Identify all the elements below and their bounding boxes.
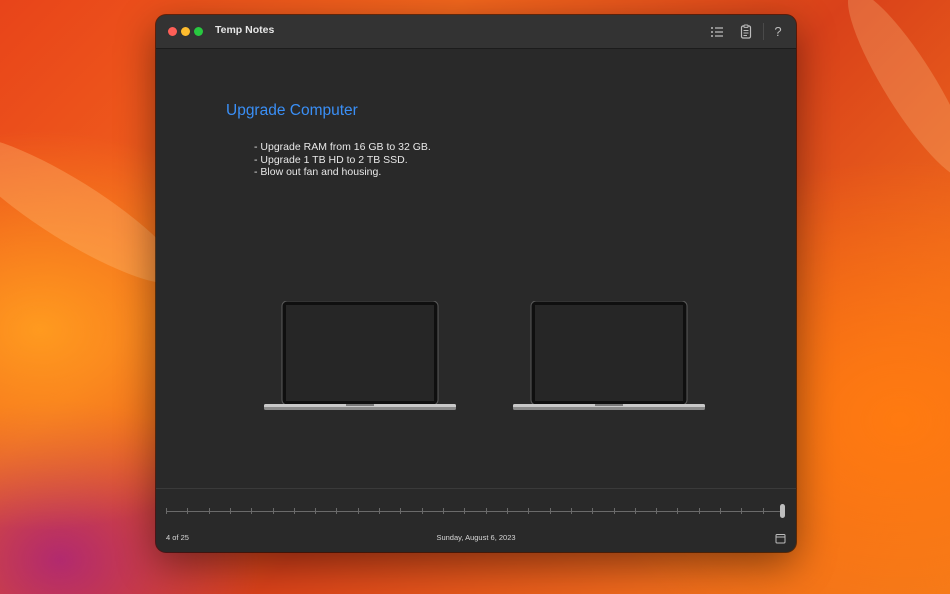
- wallpaper-highlight: [830, 0, 950, 192]
- list-icon[interactable]: [707, 22, 727, 42]
- timeline-tick: [635, 508, 636, 514]
- timeline-tick: [486, 508, 487, 514]
- timeline-tick: [699, 508, 700, 514]
- help-button[interactable]: ?: [768, 22, 788, 42]
- timeline-tick: [251, 508, 252, 514]
- note-line: - Blow out fan and housing.: [254, 166, 382, 179]
- calendar-icon[interactable]: [775, 531, 786, 544]
- timeline-tick: [187, 508, 188, 514]
- note-date-label: Sunday, August 6, 2023: [436, 533, 516, 542]
- timeline-tick: [464, 508, 465, 514]
- timeline-tick: [336, 508, 337, 514]
- note-timeline-slider[interactable]: [166, 511, 784, 512]
- timeline-tick: [294, 508, 295, 514]
- timeline-tick: [741, 508, 742, 514]
- timeline-tick: [230, 508, 231, 514]
- timeline-tick: [209, 508, 210, 514]
- clipboard-icon[interactable]: [736, 22, 756, 42]
- timeline-tick: [592, 508, 593, 514]
- timeline-tick: [422, 508, 423, 514]
- timeline-tick: [507, 508, 508, 514]
- app-window: Temp Notes ? Upgrade Computer - Upgrade …: [156, 15, 796, 552]
- title-bar: Temp Notes ?: [156, 15, 796, 49]
- close-window-button[interactable]: [168, 27, 177, 36]
- timeline-tick: [379, 508, 380, 514]
- footer-divider: [156, 488, 796, 489]
- note-line: - Upgrade RAM from 16 GB to 32 GB.: [254, 141, 431, 153]
- note-line: - Upgrade 1 TB HD to 2 TB SSD.: [254, 153, 408, 166]
- timeline-tick: [315, 508, 316, 514]
- timeline-tick: [614, 508, 615, 514]
- timeline-tick: [720, 508, 721, 514]
- timeline-tick: [400, 508, 401, 514]
- window-title: Temp Notes: [215, 24, 275, 36]
- timeline-tick: [677, 508, 678, 514]
- toolbar-divider: [763, 23, 764, 40]
- laptop-image: [264, 300, 456, 411]
- timeline-tick: [528, 508, 529, 514]
- zoom-window-button[interactable]: [194, 27, 203, 36]
- timeline-tick: [763, 508, 764, 514]
- timeline-tick: [656, 508, 657, 514]
- note-title[interactable]: Upgrade Computer: [226, 102, 358, 120]
- timeline-tick: [166, 508, 167, 514]
- note-body[interactable]: - Upgrade RAM from 16 GB to 32 GB. - Upg…: [254, 141, 431, 179]
- timeline-tick: [358, 508, 359, 514]
- timeline-tick: [273, 508, 274, 514]
- timeline-slider-thumb[interactable]: [780, 504, 785, 518]
- timeline-tick: [550, 508, 551, 514]
- laptop-image: [513, 300, 705, 411]
- timeline-tick: [443, 508, 444, 514]
- minimize-window-button[interactable]: [181, 27, 190, 36]
- timeline-tick: [571, 508, 572, 514]
